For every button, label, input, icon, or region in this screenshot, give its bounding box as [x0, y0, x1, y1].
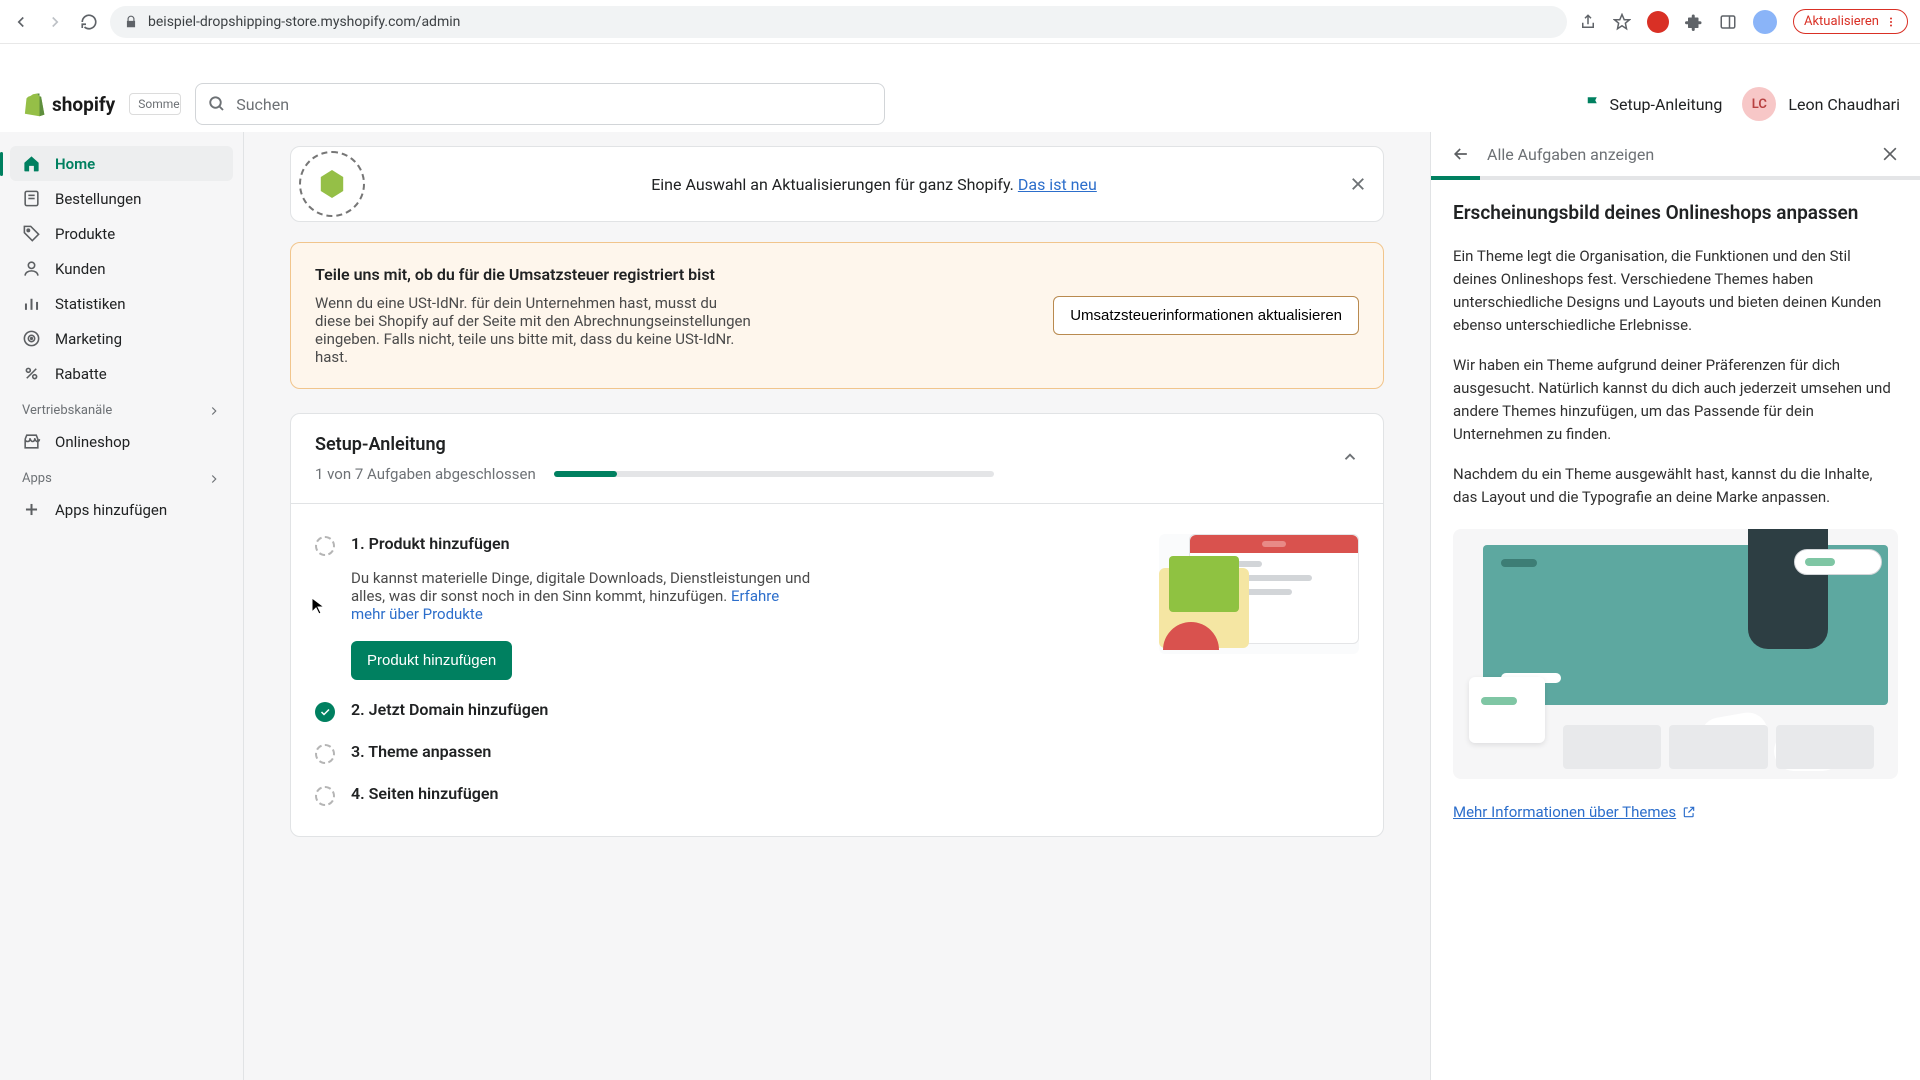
check-icon — [319, 706, 331, 718]
user-name: Leon Chaudhari — [1788, 95, 1900, 114]
task-1[interactable]: 1. Produkt hinzufügen Du kannst materiel… — [315, 524, 1359, 690]
sidebar-item-analytics[interactable]: Statistiken — [10, 286, 233, 321]
editions-text: Eine Auswahl an Aktualisierungen für gan… — [383, 175, 1365, 194]
plus-icon — [22, 500, 41, 519]
task-marker-incomplete — [315, 536, 335, 556]
editions-badge-icon — [299, 151, 365, 217]
vat-title: Teile uns mit, ob du für die Umsatzsteue… — [315, 265, 755, 284]
close-icon[interactable] — [1349, 175, 1367, 193]
vat-update-button[interactable]: Umsatzsteuerinformationen aktualisieren — [1053, 296, 1359, 335]
forward-icon[interactable] — [46, 13, 64, 31]
sidebar-section-channels[interactable]: Vertriebskanäle — [10, 391, 233, 424]
more-icon — [1885, 16, 1897, 28]
user-menu[interactable]: LC Leon Chaudhari — [1742, 87, 1900, 121]
back-arrow-icon[interactable] — [1451, 144, 1471, 164]
chevron-right-icon — [207, 472, 221, 486]
star-icon[interactable] — [1613, 13, 1631, 31]
vat-card: Teile uns mit, ob du für die Umsatzsteue… — [290, 242, 1384, 389]
vat-body: Wenn du eine USt-IdNr. für dein Unterneh… — [315, 294, 755, 366]
products-icon — [22, 224, 41, 243]
sidebar-item-products[interactable]: Produkte — [10, 216, 233, 251]
add-product-button[interactable]: Produkt hinzufügen — [351, 641, 512, 680]
setup-progress-bar — [554, 471, 994, 477]
user-avatar: LC — [1742, 87, 1776, 121]
themes-learn-more-link[interactable]: Mehr Informationen über Themes — [1453, 803, 1696, 821]
sidebar-item-onlineshop[interactable]: Onlineshop — [10, 424, 233, 459]
sidebar-item-orders[interactable]: Bestellungen — [10, 181, 233, 216]
update-button[interactable]: Aktualisieren — [1793, 9, 1908, 34]
setup-title: Setup-Anleitung — [315, 434, 1341, 455]
help-panel: Alle Aufgaben anzeigen Erscheinungsbild … — [1430, 132, 1920, 1080]
search-icon — [208, 95, 226, 113]
trial-badge[interactable]: Sommer — [129, 93, 181, 115]
task-title: 2. Jetzt Domain hinzufügen — [351, 700, 548, 719]
setup-progress-text: 1 von 7 Aufgaben abgeschlossen — [315, 465, 536, 483]
task-illustration — [1159, 534, 1359, 654]
panel-paragraph: Wir haben ein Theme aufgrund deiner Präf… — [1453, 354, 1898, 447]
setup-guide-link[interactable]: Setup-Anleitung — [1584, 95, 1723, 114]
task-title: 1. Produkt hinzufügen — [351, 534, 1129, 553]
sidebar: Home Bestellungen Produkte Kunden Statis… — [0, 132, 244, 1080]
shopify-logo[interactable]: shopify — [20, 91, 115, 117]
task-marker-incomplete — [315, 744, 335, 764]
search-input[interactable]: Suchen — [195, 83, 885, 125]
theme-preview-illustration — [1453, 529, 1898, 779]
task-title: 4. Seiten hinzufügen — [351, 784, 498, 803]
orders-icon — [22, 189, 41, 208]
task-marker-incomplete — [315, 786, 335, 806]
task-marker-done — [315, 702, 335, 722]
app-header: shopify Sommer Suchen Setup-Anleitung LC… — [0, 76, 1920, 132]
address-bar[interactable]: beispiel-dropshipping-store.myshopify.co… — [110, 6, 1567, 38]
sidebar-item-discounts[interactable]: Rabatte — [10, 356, 233, 391]
url-text: beispiel-dropshipping-store.myshopify.co… — [148, 14, 460, 30]
analytics-icon — [22, 294, 41, 313]
sidebar-item-customers[interactable]: Kunden — [10, 251, 233, 286]
panel-back-label[interactable]: Alle Aufgaben anzeigen — [1487, 145, 1864, 164]
editions-banner: Eine Auswahl an Aktualisierungen für gan… — [290, 146, 1384, 222]
extensions-icon[interactable] — [1685, 13, 1703, 31]
flag-icon — [1584, 95, 1602, 113]
setup-guide-card: Setup-Anleitung 1 von 7 Aufgaben abgesch… — [290, 413, 1384, 837]
chevron-up-icon — [1341, 448, 1359, 466]
panel-paragraph: Ein Theme legt die Organisation, die Fun… — [1453, 245, 1898, 338]
customers-icon — [22, 259, 41, 278]
home-icon — [22, 154, 41, 173]
close-icon[interactable] — [1880, 144, 1900, 164]
sidebar-item-add-apps[interactable]: Apps hinzufügen — [10, 492, 233, 527]
editions-link[interactable]: Das ist neu — [1018, 175, 1097, 194]
panel-paragraph: Nachdem du ein Theme ausgewählt hast, ka… — [1453, 463, 1898, 510]
external-link-icon — [1682, 805, 1696, 819]
lock-icon — [124, 15, 138, 29]
panel-title: Erscheinungsbild deines Onlineshops anpa… — [1453, 200, 1898, 227]
task-2[interactable]: 2. Jetzt Domain hinzufügen — [315, 690, 1359, 732]
discounts-icon — [22, 364, 41, 383]
sidebar-section-apps[interactable]: Apps — [10, 459, 233, 492]
mouse-cursor — [311, 597, 325, 615]
shopify-bag-icon — [20, 91, 46, 117]
chevron-right-icon — [207, 404, 221, 418]
opera-icon[interactable] — [1647, 11, 1669, 33]
task-3[interactable]: 3. Theme anpassen — [315, 732, 1359, 774]
profile-avatar[interactable] — [1753, 10, 1777, 34]
sidebar-item-marketing[interactable]: Marketing — [10, 321, 233, 356]
task-desc: Du kannst materielle Dinge, digitale Dow… — [351, 569, 811, 623]
reload-icon[interactable] — [80, 13, 98, 31]
task-title: 3. Theme anpassen — [351, 742, 491, 761]
task-4[interactable]: 4. Seiten hinzufügen — [315, 774, 1359, 816]
collapse-button[interactable] — [1341, 448, 1359, 470]
sidebar-item-home[interactable]: Home — [10, 146, 233, 181]
main-content: Eine Auswahl an Aktualisierungen für gan… — [244, 132, 1430, 1080]
share-icon[interactable] — [1579, 13, 1597, 31]
browser-toolbar: beispiel-dropshipping-store.myshopify.co… — [0, 0, 1920, 44]
marketing-icon — [22, 329, 41, 348]
panel-icon[interactable] — [1719, 13, 1737, 31]
store-icon — [22, 432, 41, 451]
back-icon[interactable] — [12, 13, 30, 31]
